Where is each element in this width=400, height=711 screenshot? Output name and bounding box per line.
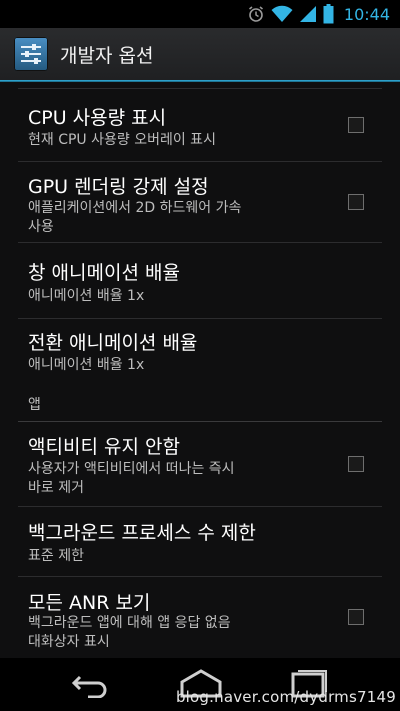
item-summary: 애니메이션 배율 1x bbox=[28, 288, 145, 304]
item-title: 창 애니메이션 배율 bbox=[28, 262, 180, 284]
checkbox[interactable] bbox=[348, 609, 364, 625]
status-bar: 10:44 bbox=[0, 0, 400, 28]
wifi-icon bbox=[271, 5, 293, 23]
signal-icon bbox=[299, 5, 317, 23]
item-summary: 백그라운드 앱에 대해 앱 응답 없음 bbox=[28, 615, 231, 631]
settings-sliders-icon[interactable] bbox=[14, 37, 48, 71]
item-title: GPU 렌더링 강제 설정 bbox=[28, 176, 209, 198]
item-title: 액티비티 유지 안함 bbox=[28, 436, 180, 458]
list-item-transition-animation-scale[interactable]: 전환 애니메이션 배율 애니메이션 배율 1x bbox=[18, 319, 382, 387]
item-summary: 사용자가 액티비티에서 떠나는 즉시 bbox=[28, 461, 235, 477]
item-summary: 바로 제거 bbox=[28, 480, 84, 496]
item-summary: 사용 bbox=[28, 219, 54, 235]
clock-text: 10:44 bbox=[343, 4, 390, 24]
list-item-background-process-limit[interactable]: 백그라운드 프로세스 수 제한 표준 제한 bbox=[18, 507, 382, 577]
section-header-apps: 앱 bbox=[28, 397, 41, 413]
item-title: 모든 ANR 보기 bbox=[28, 592, 151, 614]
item-summary: 현재 CPU 사용량 오버레이 표시 bbox=[28, 132, 216, 148]
battery-icon bbox=[323, 4, 334, 24]
list-item-dont-keep-activities[interactable]: 액티비티 유지 안함 사용자가 액티비티에서 떠나는 즉시 바로 제거 bbox=[18, 422, 382, 507]
item-summary: 대화상자 표시 bbox=[28, 634, 110, 650]
page-title: 개발자 옵션 bbox=[60, 44, 154, 67]
list-item-cpu-usage[interactable]: CPU 사용량 표시 현재 CPU 사용량 오버레이 표시 bbox=[18, 89, 382, 162]
item-title: 백그라운드 프로세스 수 제한 bbox=[28, 522, 256, 544]
checkbox[interactable] bbox=[348, 456, 364, 472]
alarm-icon bbox=[247, 5, 265, 23]
item-summary: 애플리케이션에서 2D 하드웨어 가속 bbox=[28, 200, 242, 216]
item-summary: 애니메이션 배율 1x bbox=[28, 357, 145, 373]
checkbox[interactable] bbox=[348, 194, 364, 210]
settings-list[interactable]: CPU 사용량 표시 현재 CPU 사용량 오버레이 표시 GPU 렌더링 강제… bbox=[0, 84, 400, 658]
item-title: CPU 사용량 표시 bbox=[28, 107, 167, 129]
watermark-text: blog.naver.com/dydrms7149 bbox=[175, 688, 396, 706]
item-summary: 표준 제한 bbox=[28, 548, 84, 564]
back-icon[interactable] bbox=[68, 668, 110, 702]
checkbox[interactable] bbox=[348, 117, 364, 133]
list-item-gpu-rendering[interactable]: GPU 렌더링 강제 설정 애플리케이션에서 2D 하드웨어 가속 사용 bbox=[18, 162, 382, 243]
list-item-window-animation-scale[interactable]: 창 애니메이션 배율 애니메이션 배율 1x bbox=[18, 243, 382, 319]
action-bar: 개발자 옵션 bbox=[0, 28, 400, 80]
list-item-show-all-anrs[interactable]: 모든 ANR 보기 백그라운드 앱에 대해 앱 응답 없음 대화상자 표시 bbox=[18, 577, 382, 658]
item-title: 전환 애니메이션 배율 bbox=[28, 332, 198, 354]
